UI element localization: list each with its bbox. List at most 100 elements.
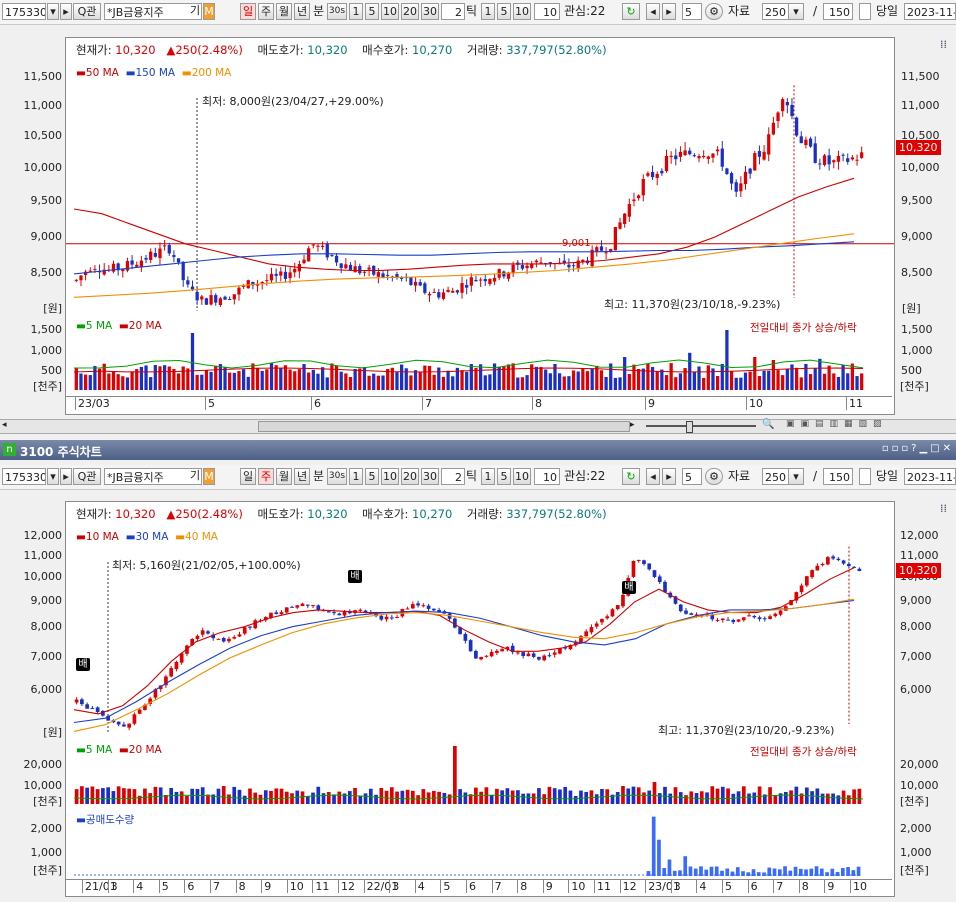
volume-bar	[678, 373, 683, 390]
total-field[interactable]: 150	[823, 468, 853, 485]
gi-button[interactable]: 기	[188, 468, 202, 485]
volume-bar	[293, 371, 297, 390]
minute-30-button[interactable]: 30	[421, 468, 439, 485]
stock-code-field[interactable]: 175330	[2, 3, 46, 20]
zoom-slider-handle[interactable]	[686, 421, 693, 433]
settings-button[interactable]: ⚙	[705, 3, 723, 20]
tick-count-field[interactable]: 2	[441, 3, 465, 20]
x-axis-label: 9	[542, 880, 553, 893]
volume-bar	[521, 793, 525, 804]
x-axis-label: 7	[422, 397, 432, 410]
minute-10-button[interactable]: 10	[381, 468, 399, 485]
total-field[interactable]: 150	[823, 3, 853, 20]
period-month-button[interactable]: 월	[276, 3, 292, 20]
candle-body	[468, 640, 473, 652]
tick-1-button[interactable]: 1	[481, 3, 495, 20]
x-axis-label: 10	[286, 880, 304, 893]
x-axis-label: 3	[389, 880, 399, 893]
tick-5-button[interactable]: 5	[497, 468, 511, 485]
toolbar-icons[interactable]: ▣▣▤▥▦▧▨	[786, 419, 888, 429]
volume-bar	[469, 364, 473, 390]
ask-label: 매도호가:	[257, 43, 304, 57]
minute-1-button[interactable]: 1	[349, 468, 363, 485]
today-checkbox[interactable]	[859, 3, 871, 20]
next-button[interactable]: ▸	[662, 3, 676, 20]
axis-tick-label: 11,500	[901, 70, 940, 83]
tick-n-field[interactable]: 10	[534, 468, 560, 485]
period-week-button[interactable]: 주	[258, 468, 274, 485]
scroll-thumb[interactable]	[258, 421, 630, 432]
sec30-button[interactable]: 30s	[327, 468, 347, 485]
minute-5-button[interactable]: 5	[365, 3, 379, 20]
candle-body	[79, 275, 83, 281]
candle-body	[465, 284, 469, 288]
zoom-slider[interactable]	[646, 425, 756, 427]
window-controls[interactable]: ▫▫▫?▁□✕	[882, 443, 954, 454]
volume-bar	[516, 790, 520, 804]
prev-button[interactable]: ◂	[646, 468, 660, 485]
sec30-button[interactable]: 30s	[327, 3, 347, 20]
search-button[interactable]: Q관	[73, 3, 101, 20]
minute-5-button[interactable]: 5	[365, 468, 379, 485]
tick-10-button[interactable]: 10	[513, 468, 531, 485]
candle-body	[90, 707, 95, 709]
bottom-side-menu-icon[interactable]: ⁞⁞	[940, 502, 950, 515]
refresh-button[interactable]: ↻	[622, 3, 640, 20]
minute-20-button[interactable]: 20	[401, 468, 419, 485]
minute-1-button[interactable]: 1	[349, 3, 363, 20]
step-count-field[interactable]: 5	[682, 3, 702, 20]
settings-button[interactable]: ⚙	[705, 468, 723, 485]
tick-10-button[interactable]: 10	[513, 3, 531, 20]
next-button[interactable]: ▸	[662, 468, 676, 485]
zoom-out-icon[interactable]: 🔍	[762, 419, 774, 430]
next-arrow-button[interactable]: ▸	[60, 3, 72, 20]
volume-bar	[762, 370, 766, 390]
candle-body	[248, 626, 252, 628]
tick-1-button[interactable]: 1	[481, 468, 495, 485]
tick-5-button[interactable]: 5	[497, 3, 511, 20]
bottom-short-sale-chart[interactable]	[66, 810, 894, 880]
minute-20-button[interactable]: 20	[401, 3, 419, 20]
period-year-button[interactable]: 년	[294, 3, 310, 20]
tick-n-field[interactable]: 10	[534, 3, 560, 20]
volume-bar	[232, 372, 236, 390]
top-side-menu-icon[interactable]: ⁞⁞	[940, 38, 950, 51]
current-price: 10,320	[115, 507, 156, 521]
search-button[interactable]: Q관	[73, 468, 101, 485]
volume-bar	[174, 791, 179, 804]
stock-code-field[interactable]: 175330	[2, 468, 46, 485]
tick-count-field[interactable]: 2	[441, 468, 465, 485]
period-month-button[interactable]: 월	[276, 468, 292, 485]
period-year-button[interactable]: 년	[294, 468, 310, 485]
minute-30-button[interactable]: 30	[421, 3, 439, 20]
prev-button[interactable]: ◂	[646, 3, 660, 20]
code-dropdown-button[interactable]: ▾	[47, 468, 59, 485]
step-count-field[interactable]: 5	[682, 468, 702, 485]
top-price-chart[interactable]	[66, 62, 894, 318]
gi-button[interactable]: 기	[188, 3, 202, 20]
refresh-button[interactable]: ↻	[622, 468, 640, 485]
axis-tick-label: 10,000	[23, 570, 63, 583]
m-button[interactable]: M	[203, 468, 215, 485]
period-day-button[interactable]: 일	[240, 3, 256, 20]
period-week-button[interactable]: 주	[258, 3, 274, 20]
volume-bar	[158, 366, 162, 390]
volume-bar	[167, 366, 171, 390]
date-field[interactable]: 2023-11-	[904, 3, 956, 20]
code-dropdown-button[interactable]: ▾	[47, 3, 59, 20]
next-arrow-button[interactable]: ▸	[60, 468, 72, 485]
m-button[interactable]: M	[203, 3, 215, 20]
scroll-left-button[interactable]: ◂	[2, 420, 13, 431]
candle-body	[773, 613, 778, 617]
candle-body	[841, 154, 845, 156]
today-checkbox[interactable]	[859, 468, 871, 485]
scroll-right-button[interactable]: ▸	[630, 420, 641, 431]
period-day-button[interactable]: 일	[240, 468, 256, 485]
minute-10-button[interactable]: 10	[381, 3, 399, 20]
date-field[interactable]: 2023-11-	[904, 468, 956, 485]
candle-body	[683, 150, 687, 156]
data-count-dropdown[interactable]: ▾	[788, 3, 804, 20]
top-scrollbar[interactable]: ◂ ▸ 🔍 ▣▣▤▥▦▧▨	[0, 419, 956, 434]
candle-body	[432, 608, 436, 611]
data-count-dropdown[interactable]: ▾	[788, 468, 804, 485]
